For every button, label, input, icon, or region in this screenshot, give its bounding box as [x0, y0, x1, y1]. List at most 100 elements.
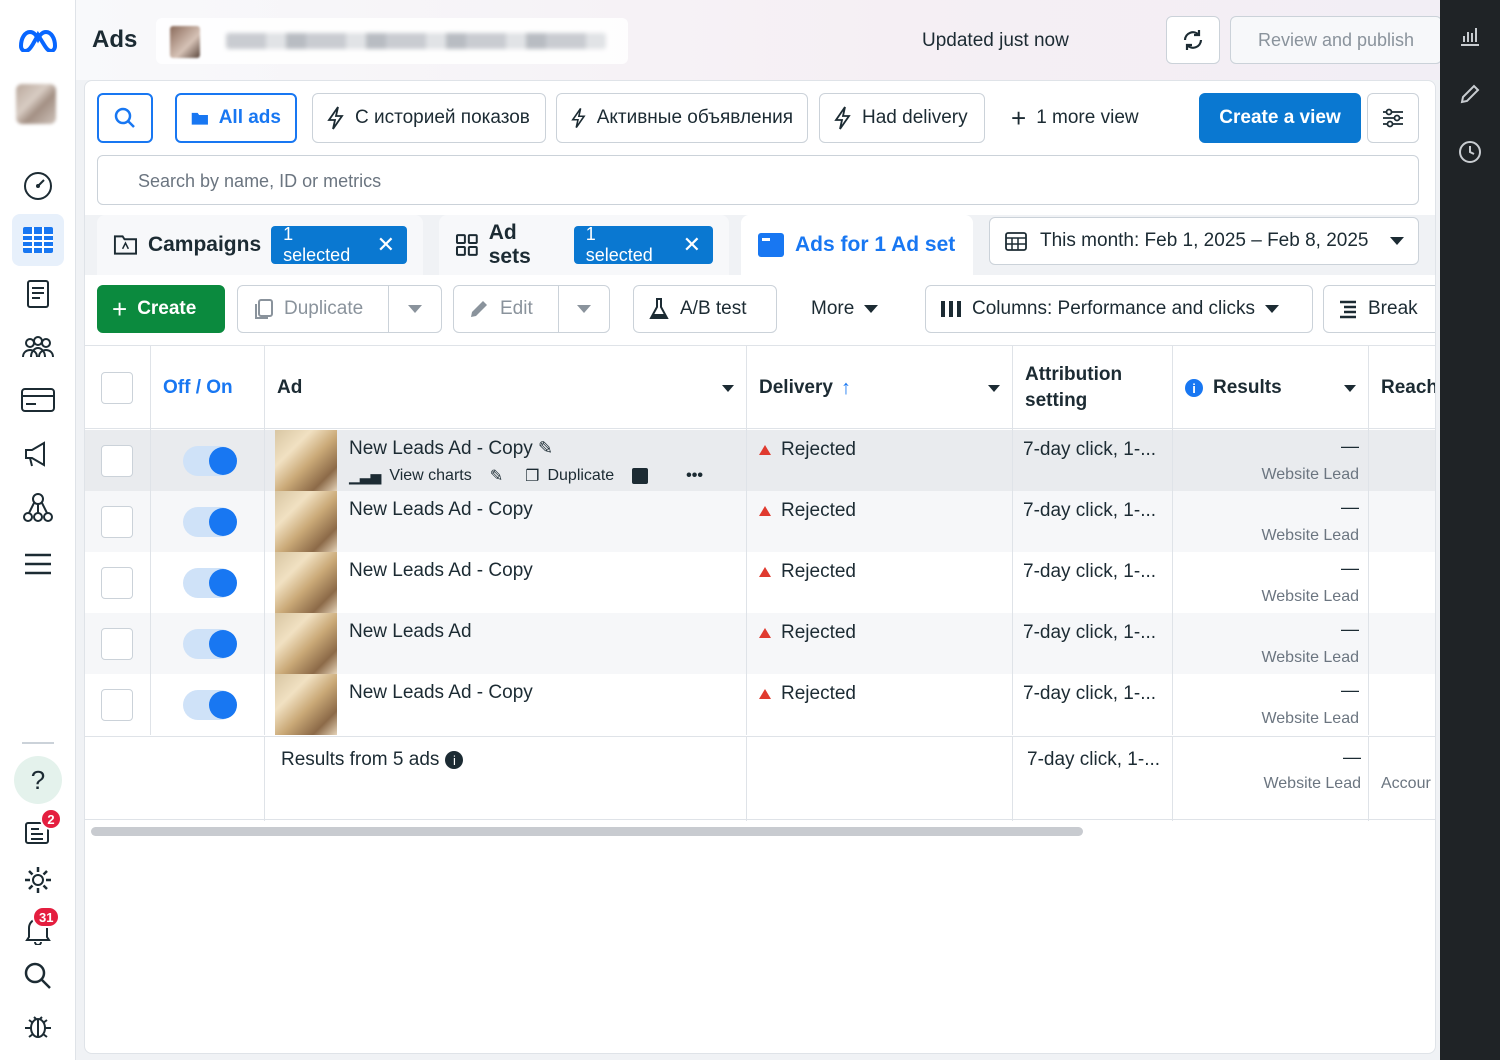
search-icon[interactable] [12, 950, 64, 1002]
ad-on-off-toggle[interactable] [183, 446, 237, 476]
row-checkbox[interactable] [101, 445, 133, 477]
info-icon[interactable]: i [1185, 379, 1203, 397]
summary-spacer [85, 737, 265, 821]
ad-on-off-toggle[interactable] [183, 629, 237, 659]
row-toggle-cell [151, 552, 265, 613]
column-delivery[interactable]: Delivery ↑ [747, 346, 1013, 430]
account-avatar[interactable] [16, 84, 56, 124]
toggle-knob [209, 691, 237, 719]
row-checkbox[interactable] [101, 628, 133, 660]
summary-attribution-cell [1013, 737, 1173, 821]
ad-on-off-toggle[interactable] [183, 507, 237, 537]
duplicate-dropdown[interactable] [388, 285, 442, 333]
view-had-delivery[interactable]: Had delivery [819, 93, 985, 143]
table-row[interactable]: New Leads Ad Rejected 7-day click, 1-...… [85, 613, 1435, 674]
refresh-button[interactable] [1166, 16, 1220, 64]
review-and-publish-button[interactable]: Review and publish [1230, 16, 1442, 64]
history-clock-icon[interactable] [1456, 138, 1484, 166]
alerts-badge: 31 [32, 906, 61, 928]
delivery-cell [747, 430, 1013, 491]
clear-selection-icon[interactable]: ✕ [377, 232, 395, 258]
clear-selection-icon[interactable]: ✕ [683, 232, 701, 258]
ad-cell [265, 430, 747, 491]
ad-on-off-toggle[interactable] [183, 690, 237, 720]
ab-test-button[interactable]: A/B test [633, 285, 777, 333]
column-reach[interactable]: Reach [1369, 346, 1435, 430]
summary-reach: Accour [1381, 775, 1431, 792]
caret-down-icon [1390, 237, 1404, 245]
more-actions-button[interactable]: More [797, 285, 897, 333]
alerts-bell-icon[interactable]: 31 [12, 904, 64, 956]
billing-card-icon[interactable] [12, 374, 64, 426]
summary-row: Results from 5 ads i 7-day click, 1-... … [85, 736, 1435, 821]
view-all-ads[interactable]: All ads [175, 93, 297, 143]
delivery-cell [747, 674, 1013, 735]
column-ad[interactable]: Ad [265, 346, 747, 430]
view-label: Активные объявления [596, 107, 793, 128]
all-tools-menu-icon[interactable] [12, 538, 64, 590]
lightning-icon [571, 107, 586, 129]
column-results[interactable]: i Results [1173, 346, 1369, 430]
date-range-picker[interactable]: This month: Feb 1, 2025 – Feb 8, 2025 [989, 217, 1419, 265]
ad-sets-grid-icon [455, 234, 478, 256]
plus-icon: + [112, 293, 128, 324]
actions-toolbar: + Create Duplicate Edit A/B test More Co… [85, 275, 1435, 345]
sort-ascending-icon: ↑ [840, 376, 851, 399]
create-button[interactable]: + Create [97, 285, 225, 333]
column-attribution[interactable]: Attribution setting [1013, 346, 1173, 430]
meta-logo-icon[interactable] [12, 14, 64, 66]
table-row[interactable]: New Leads Ad - Copy ✎ ▁▃▅ View charts ✎ … [85, 430, 1435, 491]
pages-icon[interactable] [12, 268, 64, 320]
report-bug-icon[interactable] [12, 1000, 64, 1052]
chip-label: 1 selected [585, 224, 653, 265]
ad-on-off-toggle[interactable] [183, 568, 237, 598]
row-toggle-cell [151, 674, 265, 735]
tab-ads[interactable]: Ads for 1 Ad set [741, 215, 973, 275]
row-checkbox[interactable] [101, 567, 133, 599]
ads-manager-table-icon[interactable] [12, 214, 64, 266]
tab-ad-sets-label: Ad sets [488, 221, 531, 268]
tab-ad-sets[interactable]: Ad sets 1 selected ✕ [439, 215, 729, 275]
column-toggle[interactable]: Off / On [151, 346, 265, 430]
notifications-news-icon[interactable]: 2 [12, 806, 64, 858]
analytics-chart-icon[interactable] [1456, 22, 1484, 50]
view-label: С историей показов [355, 107, 530, 128]
edit-pencil-icon[interactable] [1456, 80, 1484, 108]
breakdown-button[interactable]: Break [1323, 285, 1435, 333]
column-delivery-label: Delivery [759, 377, 833, 398]
adsets-selected-chip[interactable]: 1 selected ✕ [573, 224, 713, 265]
table-row[interactable]: New Leads Ad - Copy Rejected 7-day click… [85, 491, 1435, 552]
chip-label: 1 selected [283, 224, 351, 265]
view-impression-history[interactable]: С историей показов [312, 93, 546, 143]
dashboard-gauge-icon[interactable] [12, 160, 64, 212]
campaign-megaphone-icon[interactable] [12, 428, 64, 480]
notifications-badge: 2 [40, 808, 62, 830]
row-checkbox[interactable] [101, 506, 133, 538]
row-checkbox[interactable] [101, 689, 133, 721]
duplicate-button[interactable]: Duplicate [237, 285, 389, 333]
audiences-icon[interactable] [12, 322, 64, 374]
settings-gear-icon[interactable] [12, 854, 64, 906]
account-selector[interactable] [156, 18, 628, 64]
more-views-button[interactable]: + 1 more view [997, 93, 1157, 143]
edit-dropdown[interactable] [558, 285, 610, 333]
search-input[interactable] [138, 168, 838, 194]
create-view-button[interactable]: Create a view [1199, 93, 1361, 143]
table-row[interactable]: New Leads Ad - Copy Rejected 7-day click… [85, 674, 1435, 735]
table-row[interactable]: New Leads Ad - Copy Rejected 7-day click… [85, 552, 1435, 613]
summary-delivery-cell [747, 737, 1013, 821]
horizontal-scrollbar[interactable] [91, 827, 1083, 836]
columns-selector[interactable]: Columns: Performance and clicks [925, 285, 1313, 333]
search-toggle-button[interactable] [97, 93, 153, 143]
select-all-column [85, 346, 151, 430]
business-network-icon[interactable] [12, 482, 64, 534]
campaigns-selected-chip[interactable]: 1 selected ✕ [271, 224, 407, 265]
select-all-checkbox[interactable] [101, 372, 133, 404]
view-active-ads[interactable]: Активные объявления [556, 93, 808, 143]
view-settings-button[interactable] [1367, 93, 1419, 143]
help-icon[interactable]: ? [12, 754, 64, 806]
tab-campaigns[interactable]: Campaigns 1 selected ✕ [97, 215, 423, 275]
table-header: Off / On Ad Delivery ↑ Attribution setti… [85, 345, 1435, 430]
edit-button[interactable]: Edit [453, 285, 559, 333]
caret-down-icon [408, 305, 422, 313]
